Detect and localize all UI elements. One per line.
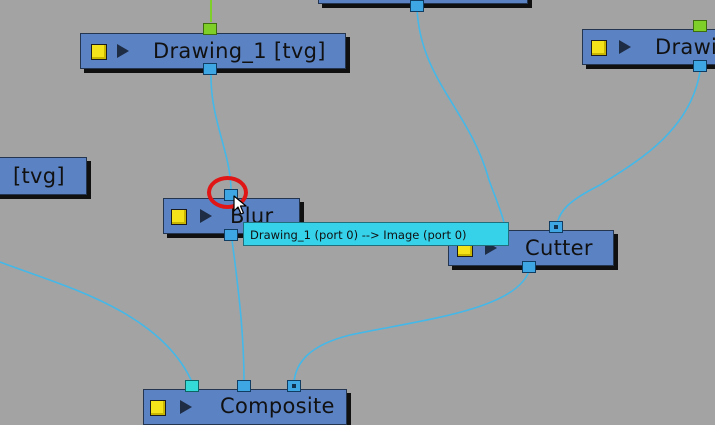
connection-tooltip: Drawing_1 (port 0) --> Image (port 0) — [243, 222, 509, 246]
drawing-right-input-port[interactable] — [693, 20, 707, 32]
drawing-1-input-port[interactable] — [203, 23, 217, 35]
left-partial-title: [tvg] — [13, 164, 65, 188]
cable-drawing1-to-blur[interactable] — [210, 71, 232, 190]
drawing-right-expand-icon[interactable] — [619, 40, 631, 54]
cable-drawing-right-to-cutter[interactable] — [556, 71, 701, 225]
drawing-1-title: Drawing_1 [tvg] — [153, 39, 326, 63]
mouse-pointer-icon — [233, 195, 247, 215]
blur-expand-icon[interactable] — [200, 209, 212, 223]
composite-node[interactable]: Composite — [143, 389, 347, 425]
drawing-1-output-port[interactable] — [203, 63, 217, 75]
drawing-right-title: Drawi — [655, 35, 715, 59]
left-partial-node[interactable]: [tvg] — [0, 157, 87, 195]
drawing-1-enable-icon[interactable] — [91, 44, 107, 60]
cutter-title: Cutter — [525, 236, 593, 260]
cable-cutter-to-composite[interactable] — [293, 267, 531, 383]
composite-expand-icon[interactable] — [180, 400, 192, 414]
composite-input-port-2[interactable] — [237, 380, 251, 392]
blur-enable-icon[interactable] — [171, 209, 187, 225]
composite-input-port-3[interactable] — [287, 380, 301, 392]
drawing-1-expand-icon[interactable] — [117, 44, 129, 58]
blur-output-port[interactable] — [224, 229, 238, 241]
composite-title: Composite — [220, 394, 335, 418]
cable-blur-to-composite[interactable] — [231, 239, 245, 383]
cable-top-to-cutter[interactable] — [416, 7, 507, 237]
cutter-output-port[interactable] — [522, 261, 536, 273]
drawing-right-enable-icon[interactable] — [591, 40, 607, 56]
drawing-right-output-port[interactable] — [693, 60, 707, 72]
composite-input-port-1[interactable] — [185, 380, 199, 392]
composite-enable-icon[interactable] — [150, 400, 166, 416]
cable-left-to-composite[interactable] — [0, 261, 193, 383]
top-center-node-output-port[interactable] — [410, 0, 424, 12]
cutter-matte-input-port[interactable] — [549, 221, 563, 233]
